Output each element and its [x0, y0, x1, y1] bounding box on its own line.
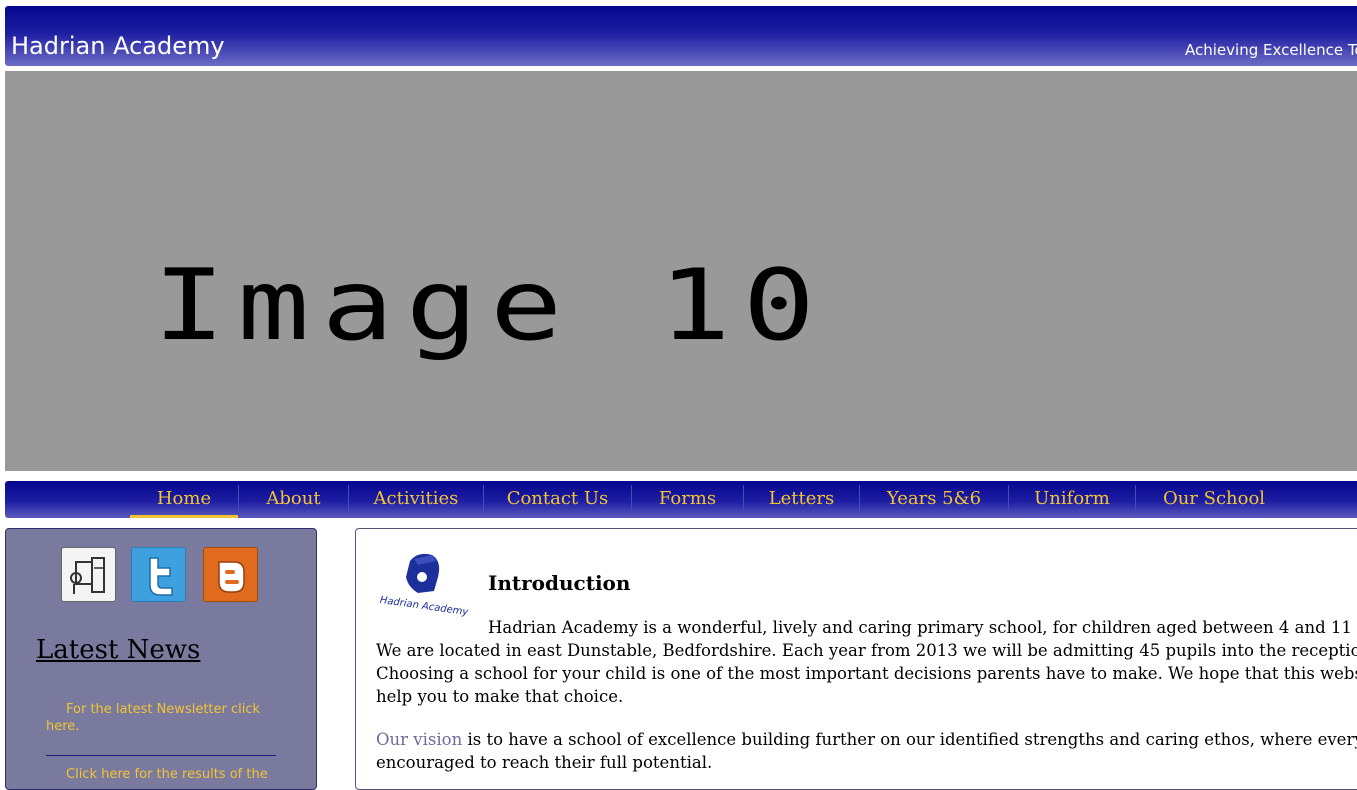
- nav-home[interactable]: Home: [130, 481, 238, 518]
- intro-heading: Introduction: [488, 571, 631, 595]
- banner-image: Image 10: [5, 71, 1357, 471]
- nav-our-school[interactable]: Our School: [1136, 481, 1292, 518]
- twitter-icon[interactable]: [131, 547, 186, 602]
- main-nav: Home About Activities Contact Us Forms L…: [5, 481, 1357, 518]
- parentmail-icon[interactable]: [61, 547, 116, 602]
- vision-line-2: encouraged to reach their full potential…: [376, 753, 713, 772]
- vision-paragraph: Our vision is to have a school of excell…: [376, 728, 1357, 751]
- nav-uniform[interactable]: Uniform: [1009, 481, 1135, 518]
- banner-placeholder-text: Image 10: [153, 249, 827, 363]
- blogger-icon[interactable]: [203, 547, 258, 602]
- nav-forms[interactable]: Forms: [632, 481, 743, 518]
- nav-contact-us[interactable]: Contact Us: [484, 481, 631, 518]
- site-title[interactable]: Hadrian Academy: [11, 32, 225, 60]
- site-header: Hadrian Academy Achieving Excellence To: [5, 6, 1357, 66]
- newsletter-link[interactable]: For the latest Newsletter click here.: [46, 701, 286, 735]
- nav-letters[interactable]: Letters: [744, 481, 859, 518]
- main-content: Hadrian Academy Introduction Hadrian Aca…: [355, 528, 1357, 790]
- news-divider: [46, 755, 276, 756]
- results-link[interactable]: Click here for the results of the: [46, 766, 286, 783]
- intro-line-4: help you to make that choice.: [376, 687, 624, 706]
- intro-line-1: Hadrian Academy is a wonderful, lively a…: [488, 618, 1357, 637]
- nav-about[interactable]: About: [239, 481, 348, 518]
- site-tagline: Achieving Excellence To: [1185, 41, 1357, 59]
- nav-activities[interactable]: Activities: [349, 481, 483, 518]
- school-logo: Hadrian Academy: [374, 547, 474, 627]
- latest-news-heading[interactable]: Latest News: [36, 635, 200, 665]
- our-vision-link[interactable]: Our vision: [376, 730, 462, 749]
- intro-line-2: We are located in east Dunstable, Bedfor…: [376, 641, 1357, 660]
- nav-years-5-6[interactable]: Years 5&6: [860, 481, 1008, 518]
- sidebar: Latest News For the latest Newsletter cl…: [5, 528, 317, 790]
- vision-text: is to have a school of excellence buildi…: [462, 730, 1357, 749]
- intro-line-3: Choosing a school for your child is one …: [376, 664, 1357, 683]
